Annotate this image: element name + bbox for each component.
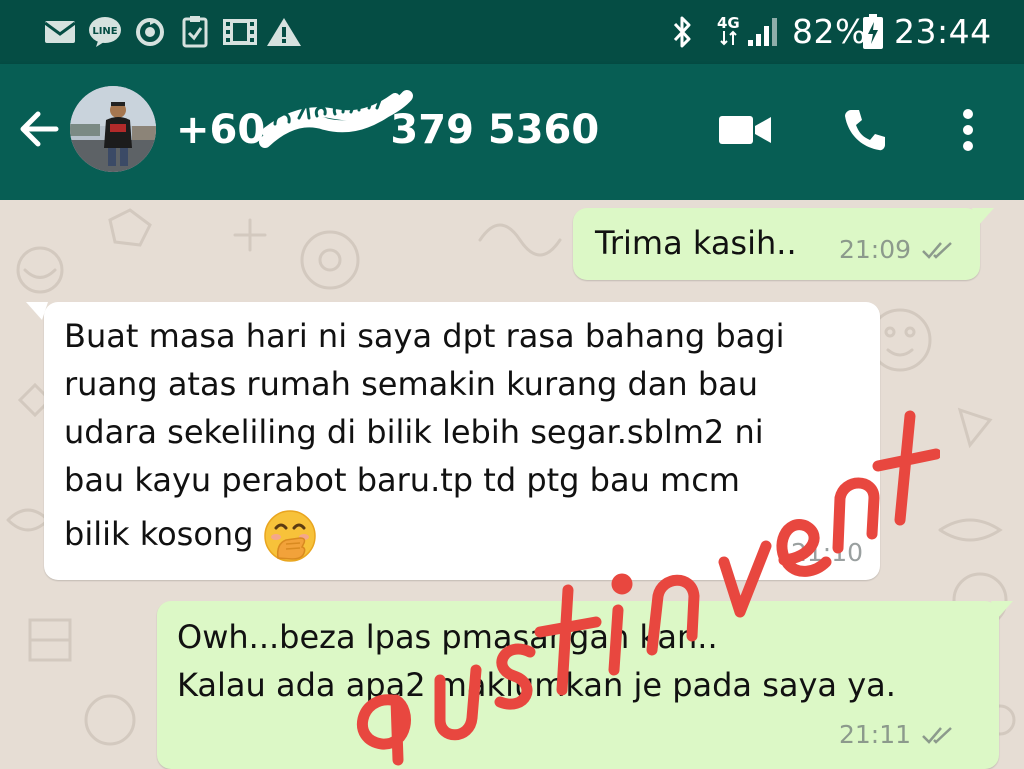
face-with-hand-over-mouth-emoji (263, 510, 316, 562)
checklist-icon (182, 14, 208, 50)
incoming-message[interactable]: Buat masa hari ni saya dpt rasa bahang b… (26, 302, 880, 580)
contact-photo (70, 86, 156, 172)
bubble-tail (991, 601, 1013, 619)
bluetooth-icon (672, 14, 694, 50)
message-text-line: Kalau ada apa2 maklumkan je pada saya ya… (177, 666, 896, 704)
message-text-line: bau kayu perabot baru.tp td ptg bau mcm (64, 461, 740, 499)
more-options-icon (963, 109, 973, 151)
message-text-line: Buat masa hari ni saya dpt rasa bahang b… (64, 317, 785, 355)
voice-call-button[interactable] (838, 104, 892, 156)
outgoing-message[interactable]: Trima kasih.. 21:09 (573, 208, 994, 280)
signal-icon (746, 14, 780, 50)
message-time: 21:11 (839, 720, 912, 749)
phone-call-icon (845, 110, 885, 151)
message-time: 21:10 (791, 538, 864, 567)
film-icon (222, 14, 258, 50)
battery-percentage: 82% (792, 12, 867, 51)
cheerup-scribble-logo (259, 90, 413, 148)
message-meta: 21:11 (839, 720, 955, 750)
back-button[interactable] (16, 104, 66, 154)
message-time: 21:09 (839, 235, 912, 264)
message-text-line: ruang atas rumah semakin kurang dan bau (64, 365, 759, 403)
message-text-line: udara sekeliling di bilik lebih segar.sb… (64, 413, 764, 451)
read-receipt-icon (922, 727, 952, 744)
sync-icon (134, 14, 166, 50)
more-options-button[interactable] (950, 104, 986, 156)
email-icon (44, 14, 76, 50)
message-text: Trima kasih.. (595, 224, 797, 262)
message-text-line: bilik kosong (64, 515, 254, 553)
data-arrows-icon (720, 30, 738, 46)
read-receipt-icon (922, 242, 952, 259)
clock-time: 23:44 (894, 12, 992, 51)
status-bar: LINE 4G 82% 23:44 (0, 0, 1024, 64)
back-arrow-icon (20, 111, 59, 147)
outgoing-message[interactable]: Owh...beza lpas pmasangan kan.. Kalau ad… (157, 601, 1013, 769)
warning-icon (266, 14, 302, 50)
message-list[interactable]: Trima kasih.. 21:09 Buat masa hari ni sa… (0, 200, 1024, 769)
bubble-tail (26, 302, 48, 320)
bubble-tail (972, 208, 994, 226)
chat-header: +60 379 5360 (0, 64, 1024, 200)
battery-icon (862, 14, 884, 50)
line-icon: LINE (88, 14, 122, 50)
video-call-icon (719, 116, 771, 144)
message-meta: 21:09 (839, 235, 955, 265)
contact-avatar[interactable] (70, 86, 156, 172)
message-text-line: Owh...beza lpas pmasangan kan.. (177, 618, 718, 656)
network-type-label: 4G (717, 14, 740, 32)
svg-text:LINE: LINE (92, 26, 117, 37)
video-call-button[interactable] (716, 104, 774, 156)
